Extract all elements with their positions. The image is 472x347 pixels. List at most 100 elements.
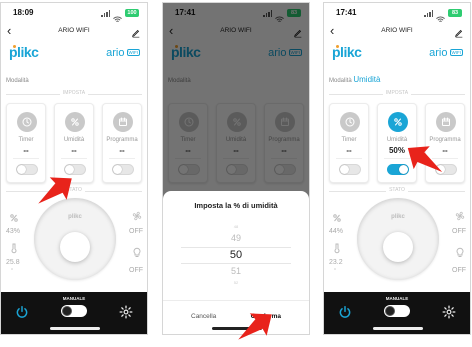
function-card-timer[interactable]: Timer -- <box>6 103 46 183</box>
thermometer-icon <box>331 241 343 254</box>
status-icons: 83 <box>424 9 462 22</box>
temperature-unit: ° <box>334 268 336 274</box>
mode-row: Modalità <box>6 75 29 84</box>
card-value: -- <box>346 146 352 155</box>
bulb-icon <box>454 245 466 257</box>
status-bar: 18:09 100 <box>1 3 147 23</box>
cancel-button[interactable]: Cancella <box>191 313 216 320</box>
toggle-knob <box>113 165 122 174</box>
humidity-picker-sheet: Imposta la % di umidità 48 49 50 51 52 Cancell… <box>163 191 309 334</box>
fan-icon <box>454 209 466 221</box>
power-icon[interactable] <box>338 305 352 319</box>
home-indicator <box>50 327 100 330</box>
picker-title: Imposta la % di umidità <box>194 201 278 210</box>
divider-text: STATO <box>329 187 465 193</box>
picker-option[interactable]: 52 <box>163 280 309 285</box>
mode-label: Modalità <box>329 78 352 84</box>
cellular-signal-icon <box>424 9 433 17</box>
card-value: -- <box>23 146 29 155</box>
card-toggle[interactable] <box>112 164 134 175</box>
phone-screen-1: 18:09 100 ‹ ARIO WIFI plikc ario WIFI Modalità … <box>0 2 148 335</box>
light-status: OFF <box>452 267 466 274</box>
humidity-side-icon <box>8 211 20 223</box>
status-time: 18:09 <box>13 8 34 17</box>
bottom-bar: MANUALE <box>324 292 470 334</box>
card-toggle[interactable] <box>339 164 361 175</box>
card-label: Programma <box>106 137 138 143</box>
phone-screen-3: 17:41 83 ‹ ARIO WIFI plikc ario WIFI Modalità U… <box>323 2 471 335</box>
stato-divider: STATO <box>329 186 465 196</box>
clock-icon <box>340 112 360 132</box>
brand-row: plikc arioWIFI <box>1 44 147 64</box>
humidity-icon <box>65 112 85 132</box>
card-label: Umidità <box>63 137 85 143</box>
model-label: ario <box>429 47 448 59</box>
picker-option[interactable]: 51 <box>163 266 309 276</box>
top-bar: ‹ARIO WIFI <box>324 23 470 41</box>
card-value: -- <box>119 146 125 155</box>
status-bar: 17:41 83 <box>324 3 470 23</box>
gear-icon[interactable] <box>119 305 133 319</box>
temperature-reading: 25.8 <box>6 259 20 266</box>
wifi-icon <box>436 10 445 22</box>
wifi-icon <box>113 10 122 22</box>
imposta-label: IMPOSTA <box>59 90 89 96</box>
model-label: ario <box>106 47 125 59</box>
calendar-icon <box>113 112 133 132</box>
app-title: ARIO WIFI <box>58 27 90 34</box>
edit-pencil-icon[interactable] <box>131 25 141 38</box>
mode-row: Modalità Umidità <box>329 75 380 84</box>
imposta-label: IMPOSTA <box>382 90 412 96</box>
function-card-timer[interactable]: Timer -- <box>329 103 369 183</box>
humidity-reading: 43% <box>6 228 21 235</box>
app-title: ARIO WIFI <box>381 27 413 34</box>
top-bar: ‹ARIO WIFI <box>1 23 147 41</box>
fan-status: OFF <box>129 228 143 235</box>
manual-label: MANUALE <box>62 296 86 301</box>
tutorial-stage: 18:09 100 ‹ ARIO WIFI plikc ario WIFI Modalità … <box>0 0 472 347</box>
manual-toggle[interactable] <box>384 305 410 317</box>
picker-line-bottom <box>181 263 291 264</box>
home-indicator <box>373 327 423 330</box>
manual-label: MANUALE <box>385 296 409 301</box>
model-name: arioWIFI <box>106 47 140 59</box>
card-toggle[interactable] <box>16 164 38 175</box>
fan-status: OFF <box>452 228 466 235</box>
card-label: Timer <box>341 137 357 143</box>
picker-option[interactable]: 48 <box>163 224 309 229</box>
manual-toggle[interactable] <box>61 305 87 317</box>
status-icons: 100 <box>101 9 139 22</box>
power-icon[interactable] <box>15 305 29 319</box>
bottom-bar: MANUALE <box>1 292 147 334</box>
card-divider <box>336 158 362 159</box>
battery-icon: 100 <box>125 9 139 17</box>
picker-selected-value[interactable]: 50 <box>163 249 309 261</box>
divider-text: IMPOSTA <box>6 90 142 96</box>
bulb-icon <box>131 245 143 257</box>
dial-button[interactable] <box>60 232 90 262</box>
card-divider <box>61 158 87 159</box>
light-status: OFF <box>129 267 143 274</box>
imposta-divider: IMPOSTA <box>6 89 142 99</box>
logo-dot-icon <box>336 45 339 48</box>
dial-button[interactable] <box>383 232 413 262</box>
fan-icon <box>131 209 143 221</box>
phone-screen-2: 17:4183‹ARIO WIFIplikcarioWIFIModalità T… <box>162 2 310 335</box>
clock-icon <box>17 112 37 132</box>
edit-pencil-icon[interactable] <box>454 25 464 38</box>
toggle-knob <box>62 306 72 316</box>
toggle-knob <box>17 165 26 174</box>
function-card-programma[interactable]: Programma -- <box>102 103 142 183</box>
card-label: Timer <box>18 137 34 143</box>
brand-logo: plikc <box>332 44 362 60</box>
stato-label: STATO <box>386 187 408 193</box>
model-name: arioWIFI <box>429 47 463 59</box>
toggle-knob <box>385 306 395 316</box>
humidity-icon <box>388 112 408 132</box>
control-dial[interactable]: plikc <box>357 198 439 280</box>
picker-option[interactable]: 49 <box>163 233 309 243</box>
card-value: -- <box>71 146 77 155</box>
card-divider <box>109 158 135 159</box>
toggle-knob <box>340 165 349 174</box>
gear-icon[interactable] <box>442 305 456 319</box>
